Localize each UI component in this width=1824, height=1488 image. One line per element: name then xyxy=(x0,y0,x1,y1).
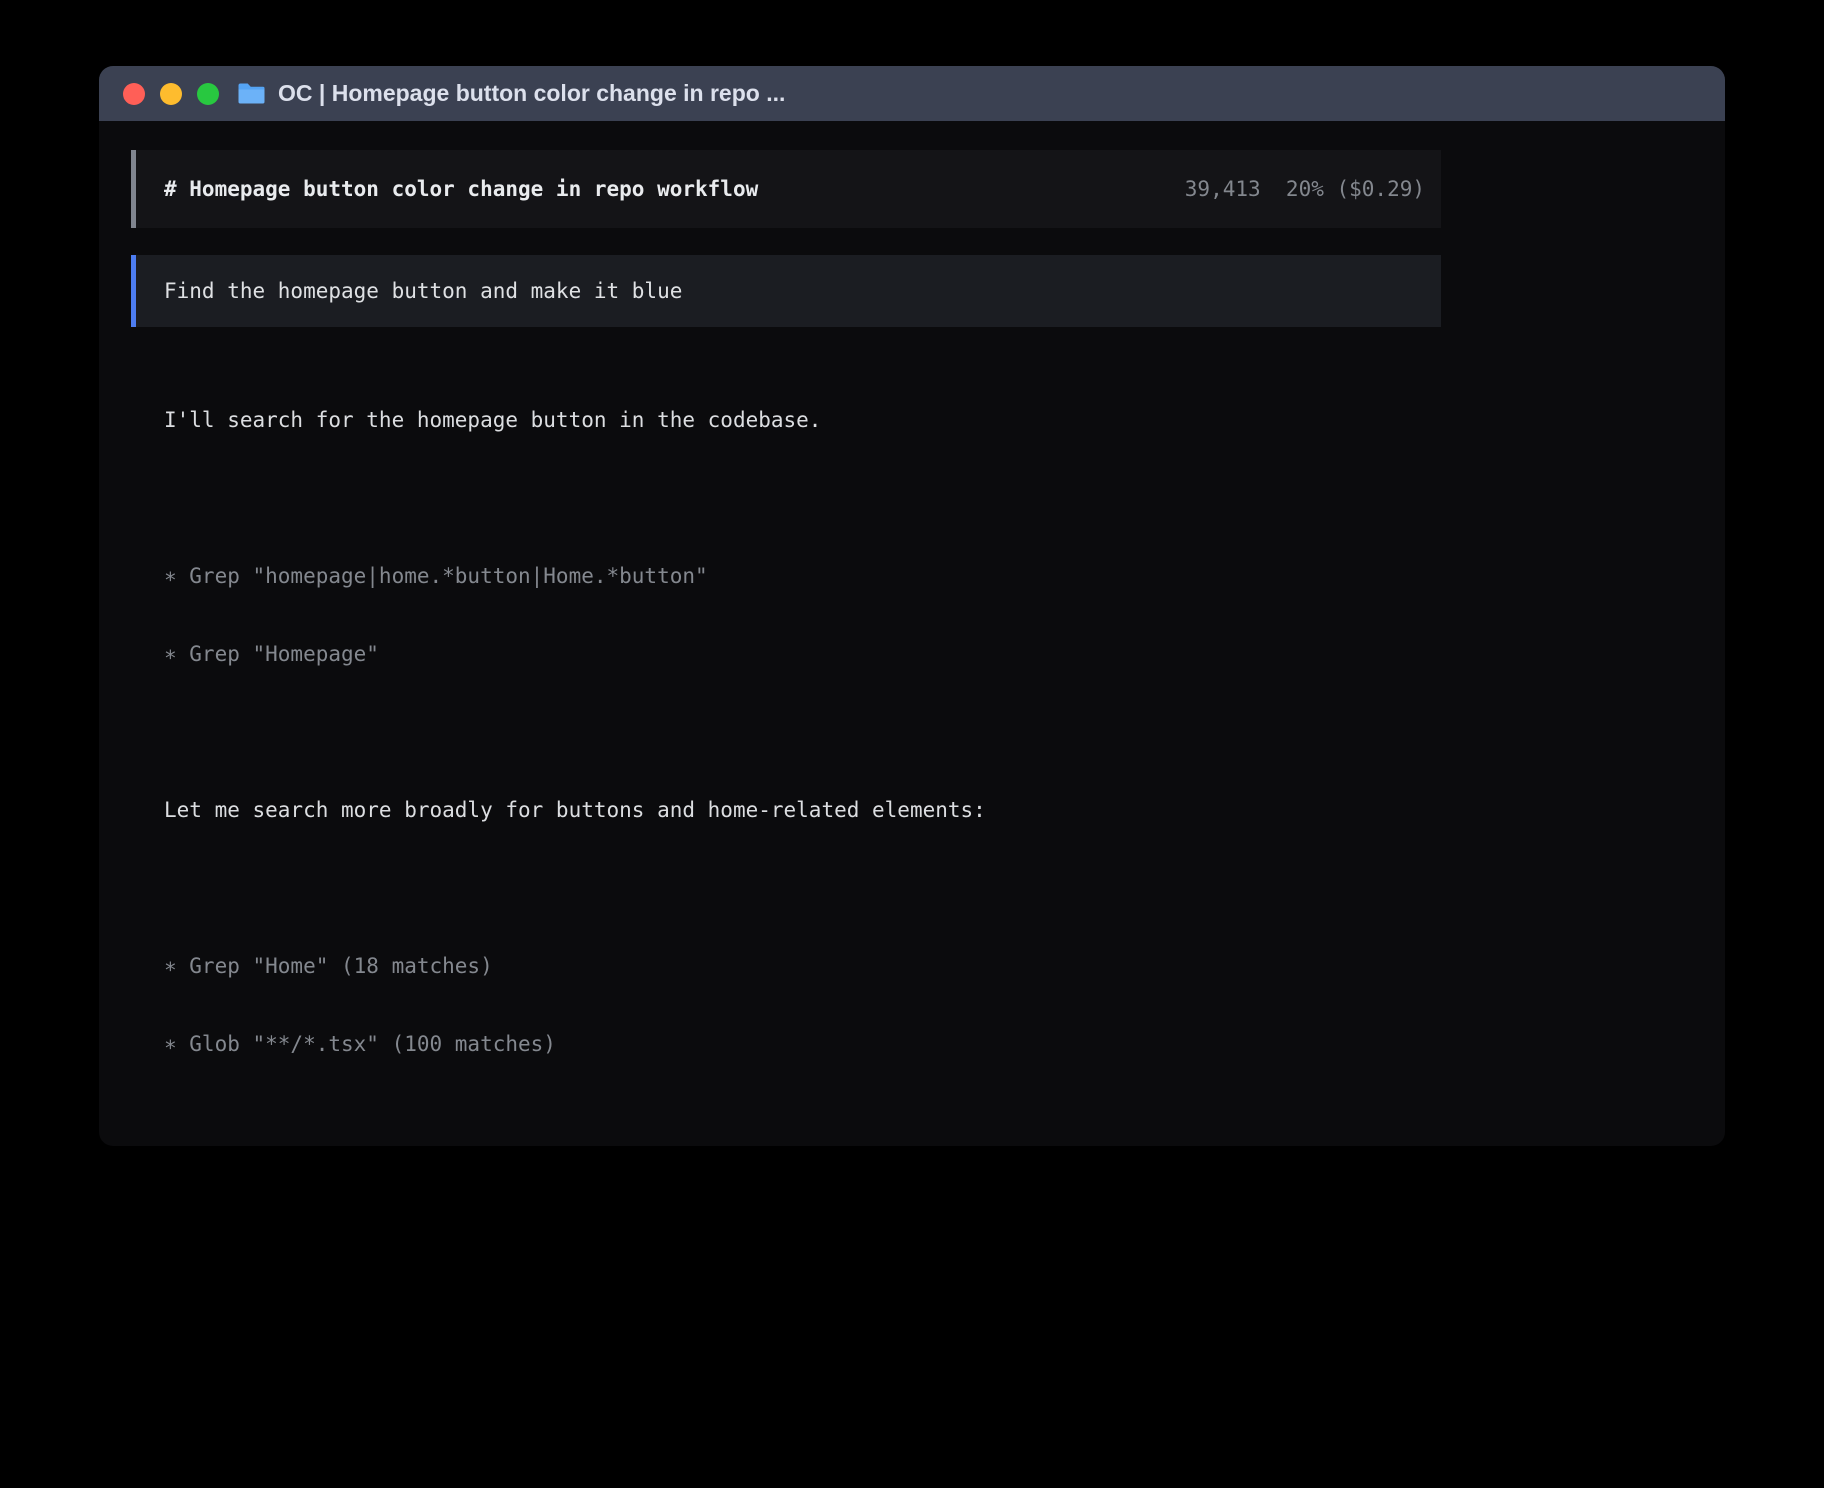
close-button[interactable] xyxy=(123,83,145,105)
assistant-text: Let me search more broadly for buttons a… xyxy=(164,745,1441,875)
assistant-line: Let me search more broadly for buttons a… xyxy=(164,797,1441,823)
session-stats: 39,413 20% ($0.29) xyxy=(1185,177,1425,201)
tool-calls: ∗ Grep "Home" (18 matches) ∗ Glob "**/*.… xyxy=(164,901,1441,1109)
tool-call-line: ∗ Grep "Homepage" xyxy=(164,641,1441,667)
zoom-button[interactable] xyxy=(197,83,219,105)
tool-call-line: ∗ Grep "Home" (18 matches) xyxy=(164,953,1441,979)
window-title: OC | Homepage button color change in rep… xyxy=(278,80,785,107)
tool-call-line: ∗ Grep "homepage|home.*button|Home.*butt… xyxy=(164,563,1441,589)
tui-content: # Homepage button color change in repo w… xyxy=(131,150,1441,1146)
assistant-text: I found several "Home" links. Let me loo… xyxy=(164,1135,1441,1146)
session-header: # Homepage button color change in repo w… xyxy=(131,150,1441,228)
terminal-window: OC | Homepage button color change in rep… xyxy=(99,66,1725,1146)
titlebar[interactable]: OC | Homepage button color change in rep… xyxy=(99,66,1725,121)
tool-calls: ∗ Grep "homepage|home.*button|Home.*butt… xyxy=(164,511,1441,719)
conversation: I'll search for the homepage button in t… xyxy=(164,355,1441,1146)
session-title: # Homepage button color change in repo w… xyxy=(164,177,758,201)
title-group: OC | Homepage button color change in rep… xyxy=(237,80,785,107)
user-message-text: Find the homepage button and make it blu… xyxy=(164,279,682,303)
traffic-lights xyxy=(123,83,219,105)
assistant-text: I'll search for the homepage button in t… xyxy=(164,355,1441,485)
user-message: Find the homepage button and make it blu… xyxy=(131,255,1441,327)
tool-call-line: ∗ Glob "**/*.tsx" (100 matches) xyxy=(164,1031,1441,1057)
minimize-button[interactable] xyxy=(160,83,182,105)
assistant-line: I'll search for the homepage button in t… xyxy=(164,407,1441,433)
folder-icon xyxy=(237,82,266,105)
